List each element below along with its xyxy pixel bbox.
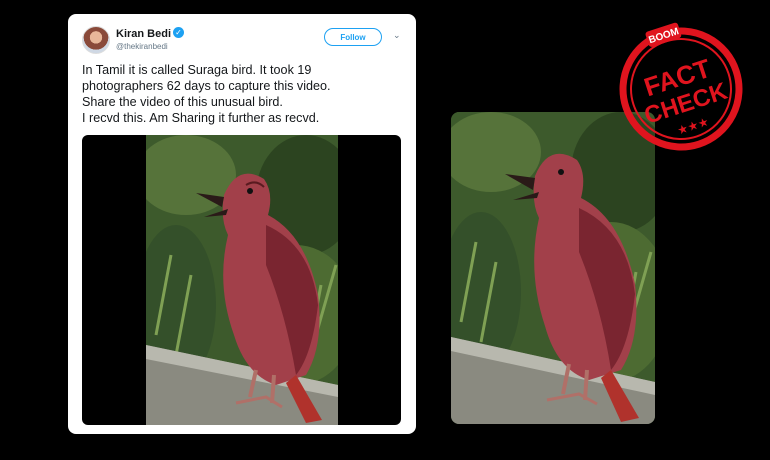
bird-image [451, 112, 655, 424]
verified-icon: ✓ [173, 27, 184, 38]
fact-check-stamp: BOOM FACT CHECK ★★★ [612, 20, 750, 158]
bird-video-frame[interactable] [146, 135, 338, 425]
tweet-text-line: In Tamil it is called Suraga bird. It to… [82, 63, 312, 77]
tweet-video[interactable] [82, 135, 401, 425]
tweet-text-line: I recvd this. Am Sharing it further as r… [82, 111, 320, 125]
avatar[interactable] [82, 26, 110, 54]
bird-image [146, 135, 338, 425]
fact-check-stamp-icon: BOOM FACT CHECK ★★★ [619, 22, 743, 151]
bird-video-still [451, 112, 655, 424]
author-handle[interactable]: @thekiranbedi [116, 42, 168, 51]
follow-button[interactable]: Follow [324, 28, 382, 46]
tweet-text-line: photographers 62 days to capture this vi… [82, 79, 331, 93]
tweet-text-line: Share the video of this unusual bird. [82, 95, 283, 109]
chevron-down-icon[interactable]: ⌄ [393, 30, 401, 41]
tweet-card: Kiran Bedi ✓ @thekiranbedi Follow ⌄ In T… [68, 14, 416, 434]
author-name[interactable]: Kiran Bedi [116, 28, 171, 40]
tweet-text: In Tamil it is called Suraga bird. It to… [82, 62, 408, 126]
